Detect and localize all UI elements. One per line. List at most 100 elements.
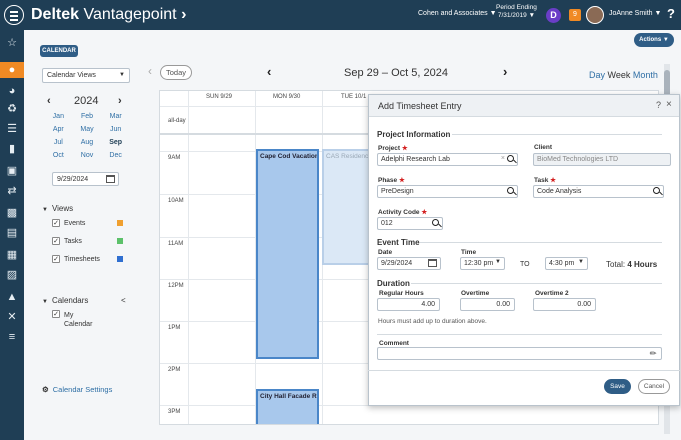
date-field[interactable]: 9/29/2024 xyxy=(377,257,441,270)
collapse-chevron-icon[interactable]: ‹ xyxy=(148,64,152,78)
notification-badge[interactable]: 9 xyxy=(569,9,581,21)
calendar-settings-link[interactable]: ⚙ Calendar Settings xyxy=(42,385,112,394)
month-jan[interactable]: Jan xyxy=(44,113,73,120)
calendar-views-select[interactable]: Calendar Views ▼ xyxy=(42,68,130,83)
star-icon[interactable]: ☆ xyxy=(4,36,20,50)
timesheets-label: Timesheets xyxy=(64,256,100,263)
caret-down-icon: ▼ xyxy=(528,12,535,19)
calendar-icon[interactable] xyxy=(106,175,115,183)
prev-year-icon[interactable]: ‹ xyxy=(47,95,51,107)
bank-icon[interactable]: ▣ xyxy=(4,164,20,178)
required-marker: ★ xyxy=(398,177,405,184)
month-sep[interactable]: Sep xyxy=(101,139,130,146)
next-week-icon[interactable]: › xyxy=(503,64,507,79)
cancel-button[interactable]: Cancel xyxy=(638,379,670,394)
search-icon[interactable] xyxy=(432,219,439,226)
end-time-select[interactable]: 4:30 pm ▼ xyxy=(545,257,588,270)
tasks-checkbox[interactable]: ✓ xyxy=(52,237,60,245)
overtime2-field[interactable]: 0.00 xyxy=(533,298,596,311)
month-jul[interactable]: Jul xyxy=(44,139,73,146)
tools-icon[interactable]: ✕ xyxy=(4,310,20,324)
list-icon[interactable]: ☰ xyxy=(4,122,20,136)
sliders-icon[interactable]: ≡ xyxy=(4,330,20,344)
regular-hours-field[interactable]: 4.00 xyxy=(377,298,440,311)
actions-button[interactable]: Actions ▼ xyxy=(634,33,674,47)
view-day-button[interactable]: Day xyxy=(589,70,605,80)
calendar-icon[interactable] xyxy=(428,259,437,267)
divider xyxy=(411,283,662,284)
bar-chart-icon[interactable]: ▮ xyxy=(4,142,20,156)
project-field[interactable]: Adelphi Research Lab × xyxy=(377,153,518,166)
views-section[interactable]: ▼ Views xyxy=(42,204,73,213)
transfer-icon[interactable]: ⇄ xyxy=(4,184,20,198)
event-city-hall-facade[interactable]: City Hall Facade Re xyxy=(256,389,319,424)
building-icon[interactable]: ▦ xyxy=(4,248,20,262)
clear-icon[interactable]: × xyxy=(501,155,505,162)
d-app-icon[interactable]: D xyxy=(546,8,561,23)
my-calendar-checkbox[interactable]: ✓ xyxy=(52,310,60,318)
period-selector[interactable]: Period Ending 7/31/2019 ▼ xyxy=(496,4,537,20)
hamburger-menu-icon[interactable] xyxy=(4,5,24,25)
search-icon[interactable] xyxy=(507,155,514,162)
start-time-select[interactable]: 12:30 pm ▼ xyxy=(460,257,505,270)
month-may[interactable]: May xyxy=(73,126,102,133)
total-value: 4 Hours xyxy=(627,260,658,269)
person-icon[interactable]: ● xyxy=(0,62,24,78)
pencil-icon[interactable]: ✎ xyxy=(648,348,659,359)
recycle-icon[interactable]: ♻ xyxy=(4,102,20,116)
presentation-icon[interactable]: ▨ xyxy=(4,268,20,282)
month-oct[interactable]: Oct xyxy=(44,152,73,159)
billing-icon[interactable]: ▩ xyxy=(4,206,20,220)
month-aug[interactable]: Aug xyxy=(73,139,102,146)
view-week-button[interactable]: Week xyxy=(608,70,631,80)
view-month-button[interactable]: Month xyxy=(633,70,658,80)
my-calendar-line2: Calendar xyxy=(64,321,93,328)
search-icon[interactable] xyxy=(507,187,514,194)
sidebar-date-input[interactable]: 9/29/2024 xyxy=(52,172,119,186)
events-checkbox[interactable]: ✓ xyxy=(52,219,60,227)
chevron-right-icon: › xyxy=(181,6,187,23)
avatar[interactable] xyxy=(586,6,604,24)
start-time-value: 12:30 pm xyxy=(464,260,494,267)
time-1pm: 1PM xyxy=(168,325,181,331)
month-dec[interactable]: Dec xyxy=(101,152,130,159)
month-jun[interactable]: Jun xyxy=(101,126,130,133)
month-feb[interactable]: Feb xyxy=(73,113,102,120)
close-icon[interactable]: × xyxy=(666,99,672,110)
help-icon[interactable]: ? xyxy=(656,100,661,110)
overtime-field[interactable]: 0.00 xyxy=(460,298,515,311)
share-icon[interactable]: < xyxy=(121,296,126,305)
client-label: Client xyxy=(534,144,553,151)
my-calendar-line1: My xyxy=(64,312,74,319)
allday-label: all-day xyxy=(168,118,186,124)
calendars-section[interactable]: ▼ Calendars xyxy=(42,296,88,305)
divider xyxy=(420,242,662,243)
dashboard-icon[interactable]: ◕ xyxy=(4,84,20,98)
timesheets-checkbox[interactable]: ✓ xyxy=(52,255,60,263)
time-12pm: 12PM xyxy=(168,283,184,289)
document-icon[interactable]: ▤ xyxy=(4,226,20,240)
event-cape-cod-vacation[interactable]: Cape Cod Vacation xyxy=(256,149,319,359)
search-icon[interactable] xyxy=(653,187,660,194)
phase-field[interactable]: PreDesign xyxy=(377,185,518,198)
prev-week-icon[interactable]: ‹ xyxy=(267,64,271,79)
app-brand[interactable]: Deltek Vantagepoint › xyxy=(31,6,186,24)
divider xyxy=(452,134,662,135)
event-cas-residence[interactable]: CAS Residence xyxy=(322,149,372,265)
activity-field[interactable]: 012 xyxy=(377,217,443,230)
today-button[interactable]: Today xyxy=(160,65,192,80)
task-field[interactable]: Code Analysis xyxy=(533,185,664,198)
save-button[interactable]: Save xyxy=(604,379,631,394)
month-mar[interactable]: Mar xyxy=(101,113,130,120)
month-nov[interactable]: Nov xyxy=(73,152,102,159)
next-year-icon[interactable]: › xyxy=(118,95,122,107)
help-icon[interactable]: ? xyxy=(667,6,675,21)
user-menu[interactable]: JoAnne Smith ▼ xyxy=(609,10,661,17)
company-selector[interactable]: Cohen and Associates ▼ xyxy=(418,10,497,17)
comment-field[interactable]: ✎ xyxy=(377,347,662,360)
company-name: Cohen and Associates xyxy=(418,10,488,17)
month-apr[interactable]: Apr xyxy=(44,126,73,133)
phase-value: PreDesign xyxy=(381,188,414,195)
cart-icon[interactable]: ▲ xyxy=(4,290,20,304)
project-label: Project ★ xyxy=(378,144,408,152)
